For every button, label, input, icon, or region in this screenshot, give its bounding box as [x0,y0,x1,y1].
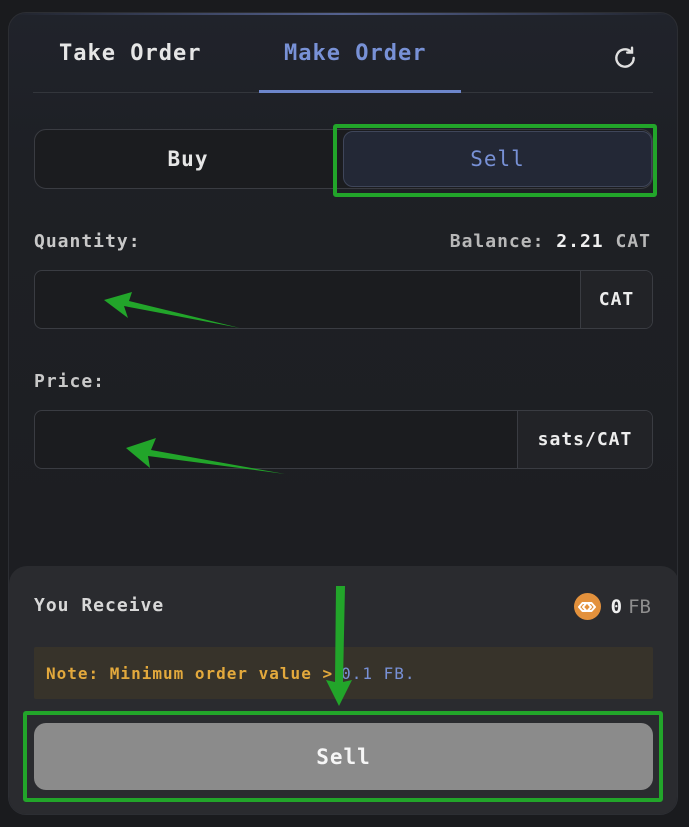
receive-amount: 0 FB [573,593,651,620]
buy-option[interactable]: Buy [35,130,341,188]
note-minimum-value: 0.1 FB. [341,663,416,683]
note-text: Note: Minimum order value > [46,663,334,683]
refresh-icon[interactable] [612,45,638,71]
you-receive-label: You Receive [34,595,165,616]
quantity-unit: CAT [580,271,652,328]
sell-submit-button[interactable]: Sell [34,723,653,790]
price-label: Price: [34,371,106,392]
tab-make-order[interactable]: Make Order [284,41,426,66]
quantity-input[interactable] [35,271,580,328]
quantity-label: Quantity: [34,231,141,252]
minimum-order-note: Note: Minimum order value > 0.1 FB. [34,647,653,699]
receive-value: 0 [610,595,623,618]
quantity-field: CAT [34,270,653,329]
order-panel: Take Order Make Order Buy Sell Quantity:… [8,12,678,815]
price-unit: sats/CAT [517,411,652,468]
fractal-coin-icon [573,593,601,620]
price-field: sats/CAT [34,410,653,469]
price-input[interactable] [35,411,517,468]
balance-readout: Balance: 2.21 CAT [450,231,651,252]
side-toggle: Buy Sell [34,129,653,189]
balance-unit: CAT [615,231,651,252]
tab-take-order[interactable]: Take Order [59,41,201,66]
active-tab-indicator [259,90,461,93]
balance-value: 2.21 [556,231,604,252]
balance-label: Balance: [449,231,545,252]
receive-unit: FB [628,595,651,618]
sell-option[interactable]: Sell [343,131,652,187]
panel-top-glow [9,13,677,15]
